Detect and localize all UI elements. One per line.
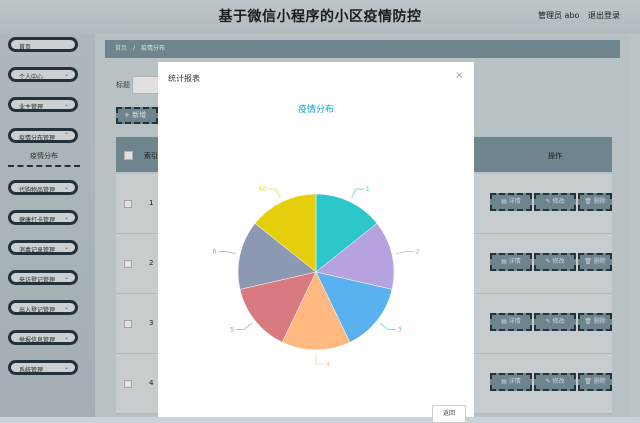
pie-label-line-5 bbox=[236, 322, 253, 330]
pie-label-2: 2 bbox=[416, 249, 420, 256]
pie-chart: 1 2 3 4 5 6 50 bbox=[212, 186, 420, 368]
pie-label-4: 4 bbox=[326, 361, 330, 368]
dialog-title: 统计报表 bbox=[168, 74, 200, 83]
pie-label-line-2 bbox=[395, 251, 414, 255]
pie-label-1: 1 bbox=[366, 186, 370, 193]
close-icon[interactable]: × bbox=[455, 70, 463, 81]
pie-label-5: 5 bbox=[230, 326, 234, 333]
pie-label-line-6 bbox=[218, 251, 237, 255]
back-button[interactable]: 返回 bbox=[432, 405, 466, 423]
pie-label-line-4 bbox=[315, 354, 324, 365]
statistics-dialog: 统计报表 × 疫情分布 1 2 3 4 5 6 50 返回 bbox=[158, 62, 474, 423]
pie-label-line-1 bbox=[351, 188, 364, 199]
pie-label-50: 50 bbox=[258, 186, 266, 193]
pie-label-6: 6 bbox=[212, 249, 216, 256]
pie-label-3: 3 bbox=[398, 326, 402, 333]
pie-label-line-50 bbox=[268, 188, 281, 199]
pie-label-line-3 bbox=[379, 322, 396, 330]
